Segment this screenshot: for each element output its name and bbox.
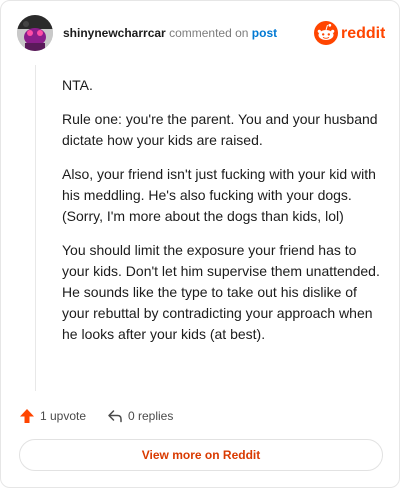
comment-header: shinynewcharrcar commented on post reddi…	[17, 15, 385, 51]
comment-paragraph: NTA.	[62, 77, 93, 93]
replies-button[interactable]: 0 replies	[107, 405, 173, 427]
reddit-logo[interactable]: reddit	[313, 19, 385, 47]
embedded-comment-card: shinynewcharrcar commented on post reddi…	[0, 0, 400, 488]
replies-count: 0 replies	[128, 409, 174, 423]
view-more-on-reddit-button[interactable]: View more on Reddit	[19, 439, 383, 471]
upvote-button[interactable]: 1 upvote	[19, 405, 86, 427]
post-link[interactable]: post	[252, 26, 277, 40]
comment-body: NTA. Rule one: you're the parent. You an…	[62, 75, 380, 358]
user-avatar[interactable]	[17, 15, 53, 51]
thread-line	[35, 65, 36, 391]
avatar-snoo-icon	[17, 15, 53, 51]
comment-paragraph: Also, your friend isn't just fucking wit…	[62, 166, 376, 224]
commented-on-text: commented on	[169, 26, 249, 40]
comment-meta: shinynewcharrcar commented on post	[63, 26, 277, 40]
reddit-snoo-icon	[314, 21, 338, 45]
upvote-count: 1 upvote	[40, 409, 87, 423]
reddit-wordmark: reddit	[341, 25, 385, 42]
upvote-arrow-icon	[19, 408, 35, 424]
username-link[interactable]: shinynewcharrcar	[63, 26, 166, 40]
comment-paragraph: You should limit the exposure your frien…	[62, 242, 380, 342]
reply-arrow-icon	[107, 408, 123, 424]
comment-paragraph: Rule one: you're the parent. You and you…	[62, 111, 378, 148]
